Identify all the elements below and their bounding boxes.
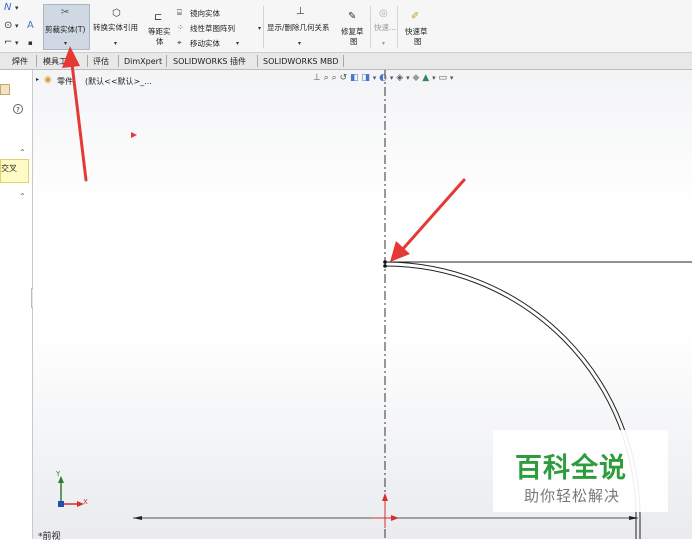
point-icon[interactable]: ▪ [28,38,33,48]
tab-separator [118,55,119,67]
rapid-sketch-icon[interactable]: ✐ [411,12,419,22]
mirror-icon: ⌸ [177,8,182,17]
tab-separator [257,55,258,67]
trim-icon: ✂ [61,7,70,18]
spline-icon[interactable]: N [4,3,11,13]
chevron-down-icon[interactable]: ▾ [298,39,301,49]
tab-solidworks-addins[interactable]: SOLIDWORKS 插件 [171,55,248,68]
display-delete-relations-button[interactable]: 显示/删除几何关系 [267,23,330,32]
linear-pattern-icon: ⁘ [177,23,184,32]
triad-x-label: X [83,498,88,506]
repair-sketch-icon[interactable]: ✎ [348,12,356,22]
quick-snaps-icon[interactable]: ◎ [379,9,388,19]
tab-solidworks-mbd[interactable]: SOLIDWORKS MBD [261,55,341,68]
tab-separator [343,55,344,67]
tab-weldments[interactable]: 焊件 [10,55,30,68]
chevron-down-icon[interactable]: ▾ [382,39,385,49]
triad-y-label: Y [56,470,61,478]
reference-marker [131,132,137,138]
tab-dimxpert[interactable]: DimXpert [122,55,164,68]
repair-sketch-label[interactable]: 修复草 [341,27,364,36]
dimension-arrow-left [133,516,142,520]
linear-pattern-button[interactable]: 线性草图阵列 [190,24,235,33]
watermark-logo: 百科全说 助你轻松解决 [493,430,668,512]
watermark-subtitle: 助你轻松解决 [524,487,621,505]
fillet-icon[interactable]: ⌐ [4,38,12,48]
dimension-arrow-right [629,516,638,520]
chevron-down-icon[interactable]: ▾ [64,39,67,49]
offset-entities-label[interactable]: 等距实 [148,27,171,36]
offset-entities-label-2[interactable]: 体 [156,37,164,46]
chevron-down-icon[interactable]: ▾ [258,24,261,34]
collapse-chevron-icon[interactable]: ⌃ [19,192,26,201]
convert-entities-icon[interactable]: ⬡ [112,9,121,19]
move-icon: ⌖ [177,38,182,47]
command-manager-tabs: 焊件 模具工具 评估 DimXpert SOLIDWORKS 插件 SOLIDW… [0,53,692,70]
ribbon-separator [397,6,398,48]
sketch-endpoint[interactable] [383,260,387,264]
trim-entities-label: 剪裁实体(T) [45,25,86,34]
feature-manager-icon[interactable] [0,84,10,95]
chevron-down-icon[interactable]: ▾ [15,3,19,13]
tab-separator [166,55,167,67]
chevron-down-icon[interactable]: ▾ [236,39,239,49]
property-manager-panel: ? ⌃ 交叉 ⌃ [0,70,37,539]
relations-icon[interactable]: ⊥ [296,7,305,17]
help-icon[interactable]: ? [13,104,23,114]
rapid-sketch-label[interactable]: 快速草 [405,27,428,36]
rapid-sketch-label-2[interactable]: 图 [414,37,422,46]
convert-entities-button[interactable]: 转换实体引用 [93,23,138,32]
triad-z-axis [58,501,64,507]
intersect-label: 交叉 [1,164,17,173]
ellipse-icon[interactable]: ⊙ [4,21,12,31]
intersect-option[interactable]: 交叉 [0,159,29,183]
collapse-chevron-icon[interactable]: ⌃ [19,148,26,157]
origin-arrow-y [382,493,388,501]
tab-separator [36,55,37,67]
watermark-title: 百科全说 [515,453,627,484]
chevron-down-icon[interactable]: ▾ [114,39,117,49]
offset-entities-icon[interactable]: ⊏ [154,13,162,23]
command-manager-ribbon: N ▾ ⊙ ▾ A ⌐ ▾ ▪ ✂ 剪裁实体(T) ▾ ⬡ 转换实体引用 ▾ ⊏… [0,0,692,53]
tab-mold-tools[interactable]: 模具工具 [41,55,77,68]
ribbon-separator [370,6,371,48]
trim-entities-button[interactable]: ✂ 剪裁实体(T) ▾ [43,4,90,50]
quick-snaps-button[interactable]: 快速... [374,23,396,32]
tab-evaluate[interactable]: 评估 [91,55,111,68]
origin-arrow-x [391,515,399,521]
view-name-label: *前视 [38,532,61,542]
chevron-down-icon[interactable]: ▾ [15,38,19,48]
tab-separator [87,55,88,67]
repair-sketch-label-2[interactable]: 图 [350,37,358,46]
sketch-endpoint[interactable] [383,264,387,268]
move-entities-button[interactable]: 移动实体 [190,39,220,48]
text-icon[interactable]: A [27,21,34,31]
chevron-down-icon[interactable]: ▾ [15,21,19,31]
mirror-entities-button[interactable]: 镜向实体 [190,9,220,18]
ribbon-separator [263,6,264,48]
